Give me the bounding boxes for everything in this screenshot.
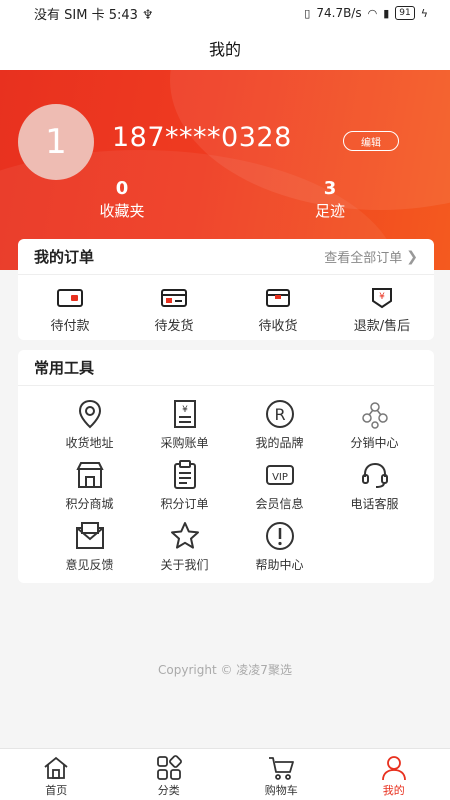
- tool-purchase-bill[interactable]: ¥ 采购账单: [137, 398, 232, 459]
- status-bar: 没有 SIM 卡 5:43 ♆ ▯ 74.7B/s ◠ ▮ 91 ϟ: [0, 0, 450, 26]
- tool-label: 意见反馈: [65, 558, 114, 572]
- favorites-stat[interactable]: 0 收藏夹: [62, 178, 182, 222]
- tool-label: 收货地址: [65, 436, 114, 450]
- tool-help-center[interactable]: 帮助中心: [232, 520, 327, 581]
- tool-distribution-center[interactable]: 分销中心: [327, 398, 422, 459]
- tab-home[interactable]: 首页: [0, 749, 113, 800]
- favorites-label: 收藏夹: [99, 202, 145, 220]
- svg-text:R: R: [274, 405, 285, 424]
- vibrate-icon: ▯: [304, 6, 311, 20]
- avatar[interactable]: 1: [18, 104, 94, 180]
- network-icon: [361, 402, 388, 429]
- tool-label: 采购账单: [160, 436, 209, 450]
- vip-icon: VIP: [265, 465, 294, 485]
- orders-header: 我的订单 查看全部订单 ❯: [18, 239, 434, 275]
- order-item-label: 待付款: [50, 319, 90, 334]
- sim-alert-icon: ▮: [383, 6, 390, 20]
- store-icon: [75, 462, 104, 488]
- tool-label: 分销中心: [350, 436, 399, 450]
- orders-card: 我的订单 查看全部订单 ❯ 待付款 待发货 待收货 ¥ 退款/售后: [18, 239, 434, 340]
- tool-label: 会员信息: [255, 497, 304, 511]
- tool-feedback[interactable]: 意见反馈: [42, 520, 137, 581]
- tool-phone-support[interactable]: 电话客服: [327, 459, 422, 520]
- tool-label: 积分订单: [160, 497, 209, 511]
- mail-icon: [75, 522, 104, 549]
- svg-text:¥: ¥: [379, 292, 385, 302]
- status-right: ▯ 74.7B/s ◠ ▮ 91 ϟ: [304, 6, 428, 20]
- order-status-row: 待付款 待发货 待收货 ¥ 退款/售后: [18, 275, 434, 334]
- page-title: 我的: [0, 26, 450, 70]
- tab-label: 首页: [45, 784, 68, 797]
- order-pending-receipt[interactable]: 待收货: [233, 287, 323, 334]
- tab-label: 我的: [382, 784, 405, 797]
- tab-mine[interactable]: 我的: [338, 749, 450, 800]
- category-icon: [156, 755, 182, 780]
- tool-label: 帮助中心: [255, 558, 304, 572]
- chevron-right-icon: ❯: [406, 248, 418, 265]
- footprint-label: 足迹: [314, 202, 345, 220]
- tool-label: 我的品牌: [255, 436, 304, 450]
- battery-icon: 91: [395, 6, 415, 20]
- status-left-text: 没有 SIM 卡 5:43 ♆: [34, 7, 154, 23]
- order-pending-shipment[interactable]: 待发货: [129, 287, 219, 334]
- registered-icon: R: [265, 400, 294, 428]
- order-refund[interactable]: ¥ 退款/售后: [337, 287, 427, 334]
- headset-icon: [361, 462, 388, 488]
- copyright-text: Copyright © 凌凌7聚选: [158, 663, 292, 677]
- order-item-label: 待收货: [258, 319, 298, 334]
- tool-label: 关于我们: [160, 558, 209, 572]
- tool-points-mall[interactable]: 积分商城: [42, 459, 137, 520]
- help-icon: [265, 522, 294, 550]
- tool-points-order[interactable]: 积分订单: [137, 459, 232, 520]
- card-icon: [161, 289, 187, 307]
- edit-button[interactable]: 编辑: [343, 131, 399, 151]
- orders-title: 我的订单: [34, 248, 95, 266]
- cart-icon: [269, 757, 295, 780]
- tool-label: 电话客服: [350, 497, 399, 511]
- user-icon: [381, 756, 406, 781]
- tool-shipping-address[interactable]: 收货地址: [42, 398, 137, 459]
- username: 187****0328: [112, 122, 292, 153]
- favorites-count: 0: [115, 178, 129, 199]
- star-icon: [170, 522, 199, 549]
- svg-text:VIP: VIP: [272, 472, 288, 483]
- charging-icon: ϟ: [420, 6, 428, 20]
- clipboard-icon: [173, 460, 196, 489]
- svg-text:¥: ¥: [182, 405, 188, 415]
- tools-title: 常用工具: [34, 359, 95, 377]
- location-icon: [78, 399, 101, 429]
- order-pending-payment[interactable]: 待付款: [25, 287, 115, 334]
- tool-label: 积分商城: [65, 497, 114, 511]
- tools-card: 常用工具 收货地址 ¥ 采购账单 R 我的品牌 分销中心 积分商城 积分订单 V…: [18, 350, 434, 583]
- footprint-stat[interactable]: 3 足迹: [270, 178, 390, 222]
- tab-cart[interactable]: 购物车: [225, 749, 338, 800]
- refund-icon: ¥: [372, 288, 392, 309]
- wallet-icon: [57, 289, 83, 307]
- bill-icon: ¥: [173, 400, 196, 428]
- home-icon: [44, 756, 68, 779]
- tools-grid: 收货地址 ¥ 采购账单 R 我的品牌 分销中心 积分商城 积分订单 VIP 会员…: [18, 386, 434, 581]
- box-icon: [266, 289, 290, 307]
- tools-header: 常用工具: [18, 350, 434, 386]
- view-all-orders-link[interactable]: 查看全部订单 ❯: [324, 247, 418, 267]
- tab-label: 分类: [157, 784, 180, 797]
- tool-member-info[interactable]: VIP 会员信息: [232, 459, 327, 520]
- view-all-label: 查看全部订单: [324, 251, 403, 266]
- tool-my-brand[interactable]: R 我的品牌: [232, 398, 327, 459]
- wifi-icon: ◠: [367, 6, 378, 20]
- order-item-label: 待发货: [154, 319, 194, 334]
- tool-about-us[interactable]: 关于我们: [137, 520, 232, 581]
- order-item-label: 退款/售后: [353, 319, 411, 334]
- tab-label: 购物车: [264, 784, 298, 797]
- footprint-count: 3: [323, 178, 337, 199]
- bottom-tabbar: 首页 分类 购物车 我的: [0, 748, 450, 800]
- tab-category[interactable]: 分类: [113, 749, 226, 800]
- network-speed: 74.7B/s: [316, 6, 362, 20]
